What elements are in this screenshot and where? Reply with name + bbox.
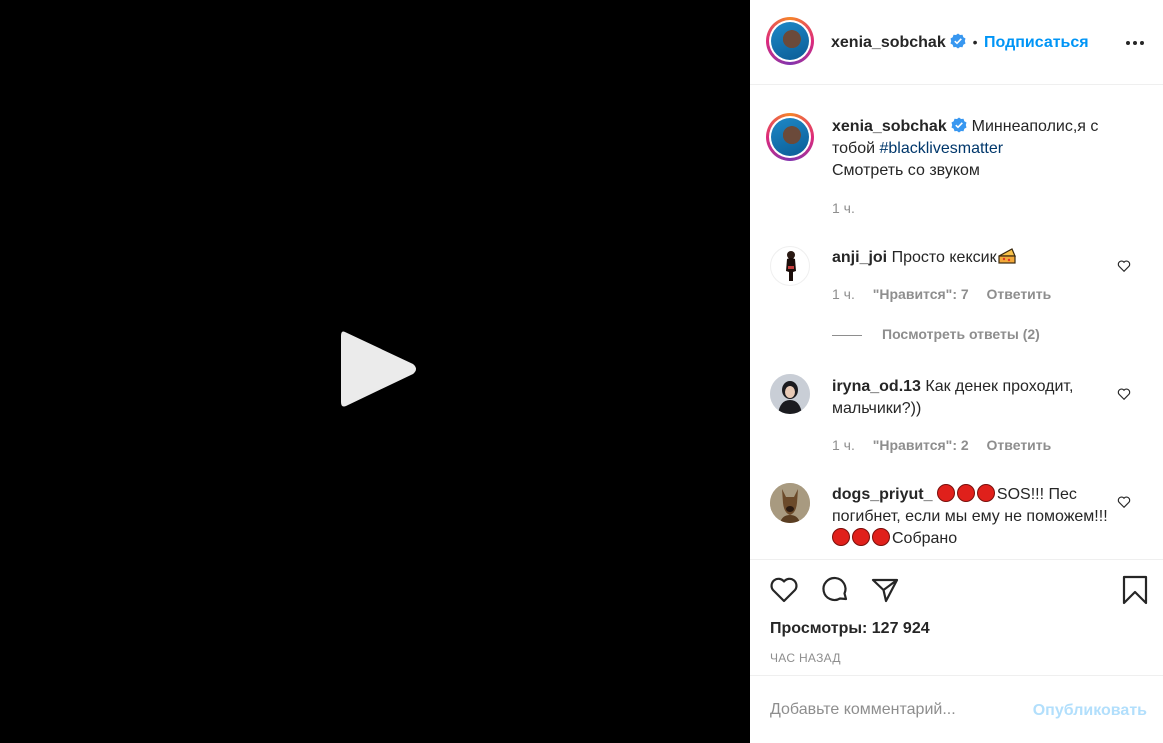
- commenter-username[interactable]: dogs_priyut_: [832, 486, 932, 503]
- red-circle-emoji-icon: [976, 484, 995, 502]
- share-plane-icon[interactable]: [869, 574, 901, 606]
- like-heart-icon[interactable]: [768, 574, 800, 606]
- comments-list[interactable]: xenia_sobchak Миннеаполис,я с тобой #bla…: [750, 86, 1163, 558]
- video-player[interactable]: [0, 0, 750, 743]
- reply-button[interactable]: Ответить: [987, 286, 1052, 302]
- like-comment-heart-icon[interactable]: [1117, 387, 1131, 401]
- comment-time[interactable]: 1 ч.: [832, 437, 855, 453]
- red-circle-emoji-icon: [936, 484, 955, 502]
- red-circle-emoji-icon: [956, 484, 975, 502]
- replies-divider: [832, 334, 862, 336]
- bookmark-icon[interactable]: [1119, 574, 1151, 606]
- hashtag-link[interactable]: #blacklivesmatter: [880, 140, 1004, 157]
- like-comment-heart-icon[interactable]: [1117, 259, 1131, 273]
- commenter-avatar[interactable]: [770, 374, 810, 414]
- verified-badge-icon: [951, 117, 967, 133]
- red-circle-emoji-icon: [852, 528, 870, 546]
- reply-button[interactable]: Ответить: [987, 437, 1052, 453]
- view-replies-button[interactable]: Посмотреть ответы (2): [832, 326, 1040, 342]
- caption-username[interactable]: xenia_sobchak: [832, 118, 947, 135]
- comment-bubble-icon[interactable]: [819, 574, 851, 606]
- comment-likes[interactable]: "Нравится": 7: [873, 286, 969, 302]
- play-icon[interactable]: [333, 324, 423, 414]
- red-circle-emoji-icon: [832, 528, 850, 546]
- caption-time[interactable]: 1 ч.: [832, 200, 855, 216]
- comment-text: anji_joi Просто кексик: [832, 246, 1122, 269]
- comment-body-cont: Собрано: [892, 530, 958, 547]
- commenter-username[interactable]: iryna_od.13: [832, 378, 921, 395]
- header-separator: •: [972, 34, 978, 50]
- post-actions: Просмотры: 127 924 ЧАС НАЗАД Опубликоват…: [750, 559, 1163, 743]
- publish-button[interactable]: Опубликовать: [1033, 702, 1147, 720]
- cake-emoji-icon: [997, 248, 1016, 264]
- like-comment-heart-icon[interactable]: [1117, 495, 1131, 509]
- author-username[interactable]: xenia_sobchak: [831, 34, 946, 51]
- caption-avatar[interactable]: [766, 113, 814, 161]
- commenter-username[interactable]: anji_joi: [832, 249, 887, 266]
- caption-line2: Смотреть со звуком: [832, 162, 980, 179]
- post-header: xenia_sobchak • Подписаться: [750, 0, 1163, 85]
- follow-button[interactable]: Подписаться: [984, 34, 1089, 51]
- view-replies-label: Посмотреть ответы (2): [882, 326, 1040, 342]
- commenter-avatar[interactable]: [770, 246, 810, 286]
- comment-likes[interactable]: "Нравится": 2: [873, 437, 969, 453]
- red-circle-emoji-icon: [872, 528, 890, 546]
- author-avatar[interactable]: [766, 17, 814, 65]
- caption: xenia_sobchak Миннеаполис,я с тобой #bla…: [832, 116, 1122, 182]
- post-panel: xenia_sobchak • Подписаться xenia_sobcha…: [750, 0, 1163, 743]
- comment-text: iryna_od.13 Как денек проходит, мальчики…: [832, 376, 1122, 420]
- comment-body: Просто кексик: [891, 249, 997, 266]
- comment-time[interactable]: 1 ч.: [832, 286, 855, 302]
- comment-input[interactable]: [770, 698, 1020, 722]
- post-time[interactable]: ЧАС НАЗАД: [770, 651, 841, 665]
- more-dots-icon[interactable]: [1125, 33, 1145, 53]
- verified-badge-icon: [950, 33, 966, 49]
- comment-text: dogs_priyut_ SOS!!! Пес погибнет, если м…: [832, 484, 1122, 550]
- commenter-avatar[interactable]: [770, 483, 810, 523]
- views-count[interactable]: Просмотры: 127 924: [770, 620, 930, 638]
- add-comment-bar: Опубликовать: [750, 675, 1163, 743]
